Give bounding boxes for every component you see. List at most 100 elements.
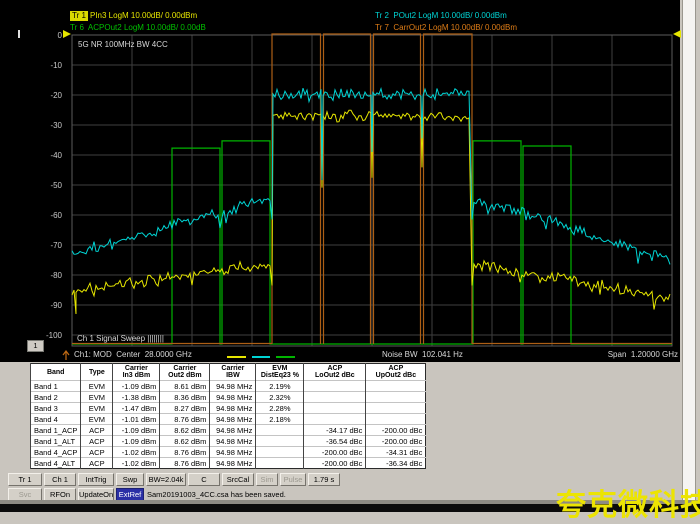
annotation-tick: [18, 30, 20, 38]
table-cell: -34.31 dBc: [366, 447, 426, 458]
trace-color-key-green: [276, 356, 295, 358]
trace-legend-item[interactable]: Tr 7 CarrOut2 LogM 10.00dB/ 0.00dBm: [375, 23, 517, 33]
table-cell: Band 1: [31, 381, 81, 392]
table-cell: Band 4_ALT: [31, 458, 81, 469]
y-axis-tick-label: -30: [50, 121, 62, 130]
plot-title: 5G NR 100MHz BW 4CC: [78, 40, 168, 50]
table-cell: -200.00 dBc: [366, 436, 426, 447]
table-cell: [256, 447, 304, 458]
y-axis-tick-label: -50: [50, 181, 62, 190]
column-header: EVMDistEq23 %: [256, 364, 304, 381]
channel-badge[interactable]: 1: [27, 340, 44, 352]
measurement-table-header: BandTypeCarrierIn3 dBmCarrierOut2 dBmCar…: [31, 364, 426, 381]
column-header: ACPUpOut2 dBc: [366, 364, 426, 381]
y-axis-tick-label: -20: [50, 91, 62, 100]
table-cell: ACP: [81, 425, 113, 436]
measurement-table: BandTypeCarrierIn3 dBmCarrierOut2 dBmCar…: [30, 363, 426, 469]
table-cell: 8.36 dBm: [160, 392, 210, 403]
sweep-status-label: Ch 1 Signal Sweep ||||||||: [77, 334, 164, 344]
column-header: CarrierOut2 dBm: [160, 364, 210, 381]
watermark: 夸克微科技: [556, 480, 700, 524]
table-cell: 94.98 MHz: [210, 403, 256, 414]
table-cell: [304, 381, 366, 392]
status-field-c[interactable]: C: [188, 473, 220, 486]
status-field-inttrig[interactable]: IntTrig: [78, 473, 114, 486]
table-row: Band 1_ACPACP-1.09 dBm8.62 dBm94.98 MHz-…: [31, 425, 426, 436]
measurement-table-body: Band 1EVM-1.09 dBm8.61 dBm94.98 MHz2.19%…: [31, 381, 426, 469]
table-header-row: BandTypeCarrierIn3 dBmCarrierOut2 dBmCar…: [31, 364, 426, 381]
table-cell: -200.00 dBc: [366, 425, 426, 436]
status-field-sim: Sim: [256, 473, 278, 486]
table-row: Band 1_ALTACP-1.09 dBm8.62 dBm94.98 MHz-…: [31, 436, 426, 447]
plot-grid: [72, 35, 672, 346]
table-cell: [256, 425, 304, 436]
y-axis-tick-label: -40: [50, 151, 62, 160]
table-cell: ACP: [81, 447, 113, 458]
table-cell: 94.98 MHz: [210, 392, 256, 403]
trace-color-key-cyan: [252, 356, 270, 358]
table-cell: -200.00 dBc: [304, 447, 366, 458]
table-cell: Band 1_ACP: [31, 425, 81, 436]
table-cell: 8.62 dBm: [160, 425, 210, 436]
table-row: Band 4_ALTACP-1.02 dBm8.76 dBm94.98 MHz-…: [31, 458, 426, 469]
table-cell: ACP: [81, 458, 113, 469]
column-header: Type: [81, 364, 113, 381]
y-axis-tick-label: -70: [50, 241, 62, 250]
table-cell: Band 1_ALT: [31, 436, 81, 447]
table-cell: [304, 414, 366, 425]
table-cell: 94.98 MHz: [210, 425, 256, 436]
table-cell: [304, 403, 366, 414]
table-cell: -1.01 dBm: [113, 414, 160, 425]
table-cell: Band 4_ACP: [31, 447, 81, 458]
spectrum-plot: 0 -10 -20 -30 -40 -50 -60 -70 -80 -90 -100: [0, 0, 700, 362]
column-header: Band: [31, 364, 81, 381]
table-cell: 94.98 MHz: [210, 436, 256, 447]
table-cell: EVM: [81, 403, 113, 414]
y-axis-tick-label: 0: [58, 31, 63, 40]
table-cell: 8.27 dBm: [160, 403, 210, 414]
status-field-1-79-s[interactable]: 1.79 s: [308, 473, 340, 486]
vertical-scrollbar[interactable]: [682, 0, 696, 503]
table-cell: -1.02 dBm: [113, 447, 160, 458]
trace-legend-item[interactable]: Tr 2 POut2 LogM 10.00dB/ 0.00dBm: [375, 11, 507, 21]
table-cell: ACP: [81, 436, 113, 447]
table-cell: -1.38 dBm: [113, 392, 160, 403]
trace-legend-item[interactable]: PIn3 LogM 10.00dB/ 0.00dBm: [90, 11, 197, 21]
status-field-tr-1[interactable]: Tr 1: [8, 473, 42, 486]
table-cell: [366, 414, 426, 425]
table-cell: [366, 392, 426, 403]
y-axis-tick-label: -80: [50, 271, 62, 280]
table-cell: 8.76 dBm: [160, 414, 210, 425]
status-field-bw-2-04k[interactable]: BW=2.04k: [146, 473, 186, 486]
table-cell: 2.32%: [256, 392, 304, 403]
y-axis-tick-label: -100: [46, 331, 63, 340]
column-header: CarrierIn3 dBm: [113, 364, 160, 381]
table-cell: -1.02 dBm: [113, 458, 160, 469]
table-cell: EVM: [81, 381, 113, 392]
table-cell: 2.28%: [256, 403, 304, 414]
y-axis-tick-label: -10: [50, 61, 62, 70]
table-cell: -200.00 dBc: [304, 458, 366, 469]
ref-level-arrow-right: [673, 30, 681, 38]
table-cell: -1.09 dBm: [113, 381, 160, 392]
table-row: Band 3EVM-1.47 dBm8.27 dBm94.98 MHz2.28%: [31, 403, 426, 414]
trace-legend-item[interactable]: Tr 6 ACPOut2 LogM 10.00dB/ 0.00dB: [70, 23, 206, 33]
status-field-ch-1[interactable]: Ch 1: [44, 473, 76, 486]
noise-bw-label: Noise BW 102.041 Hz: [382, 350, 463, 360]
table-cell: Band 3: [31, 403, 81, 414]
center-frequency-label: Ch1: MOD Center 28.0000 GHz: [74, 350, 192, 360]
table-cell: Band 2: [31, 392, 81, 403]
y-axis-tick-label: -90: [50, 301, 62, 310]
table-cell: -1.47 dBm: [113, 403, 160, 414]
table-cell: -34.17 dBc: [304, 425, 366, 436]
status-field-srccal[interactable]: SrcCal: [222, 473, 254, 486]
table-row: Band 4EVM-1.01 dBm8.76 dBm94.98 MHz2.18%: [31, 414, 426, 425]
table-cell: -36.54 dBc: [304, 436, 366, 447]
table-cell: -36.34 dBc: [366, 458, 426, 469]
y-axis-tick-label: -60: [50, 211, 62, 220]
active-trace-badge[interactable]: Tr 1: [70, 11, 88, 21]
table-cell: [366, 403, 426, 414]
table-cell: 94.98 MHz: [210, 447, 256, 458]
status-field-swp[interactable]: Swp: [116, 473, 144, 486]
trace-color-key-yellow: [227, 356, 246, 358]
